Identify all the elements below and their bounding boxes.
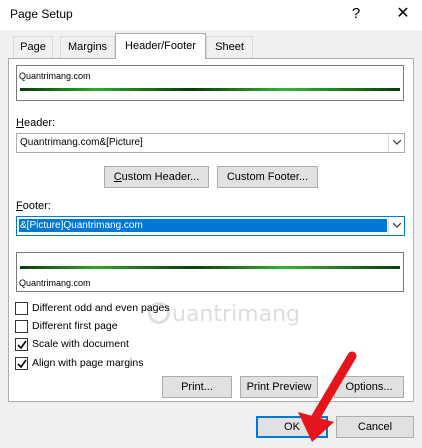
tab-margins[interactable]: Margins xyxy=(60,36,115,58)
tab-page[interactable]: Page xyxy=(13,36,53,58)
header-select[interactable]: Quantrimang.com&[Picture] xyxy=(16,133,405,153)
footer-preview-picture xyxy=(20,266,400,269)
close-button[interactable]: ✕ xyxy=(392,3,414,25)
checkbox-label: Different first page xyxy=(32,320,118,332)
window-title: Page Setup xyxy=(10,7,73,21)
header-preview-picture xyxy=(20,88,400,91)
checkbox-box[interactable] xyxy=(15,302,28,315)
red-arrow-annotation xyxy=(298,351,357,442)
print-button[interactable]: Print... xyxy=(162,376,232,398)
checkbox-box[interactable] xyxy=(15,338,28,351)
footer-preview-text: Quantrimang.com xyxy=(19,278,91,288)
footer-select[interactable]: &[Picture]Quantrimang.com xyxy=(16,216,405,236)
header-preview-text: Quantrimang.com xyxy=(19,71,91,81)
different-odd-even-checkbox[interactable]: Different odd and even pages xyxy=(15,300,195,316)
footer-dropdown-button[interactable] xyxy=(388,217,404,235)
header-dropdown-button[interactable] xyxy=(388,134,404,152)
tab-sheet[interactable]: Sheet xyxy=(206,36,253,58)
checkmark-icon xyxy=(17,359,27,369)
checkbox-box[interactable] xyxy=(15,357,28,370)
custom-footer-button[interactable]: Custom Footer... xyxy=(217,166,318,188)
checkbox-label: Align with page margins xyxy=(32,357,144,369)
custom-header-button[interactable]: Custom Header... xyxy=(104,166,209,188)
chevron-down-icon xyxy=(393,223,401,228)
header-preview: Quantrimang.com xyxy=(16,65,404,101)
checkbox-label: Different odd and even pages xyxy=(32,302,170,314)
checkbox-label: Scale with document xyxy=(32,338,129,350)
checkmark-icon xyxy=(17,340,27,350)
different-first-page-checkbox[interactable]: Different first page xyxy=(15,318,155,334)
align-with-margins-checkbox[interactable]: Align with page margins xyxy=(15,355,165,371)
footer-select-value: &[Picture]Quantrimang.com xyxy=(19,219,387,232)
chevron-down-icon xyxy=(393,140,401,145)
footer-label: Footer: xyxy=(16,200,51,212)
header-label: Header: xyxy=(16,117,56,129)
scale-with-document-checkbox[interactable]: Scale with document xyxy=(15,336,155,352)
checkbox-box[interactable] xyxy=(15,320,28,333)
footer-preview: Quantrimang.com xyxy=(16,252,404,292)
header-select-value: Quantrimang.com&[Picture] xyxy=(20,137,143,148)
tab-header-footer[interactable]: Header/Footer xyxy=(115,33,206,59)
help-button[interactable]: ? xyxy=(346,3,366,25)
